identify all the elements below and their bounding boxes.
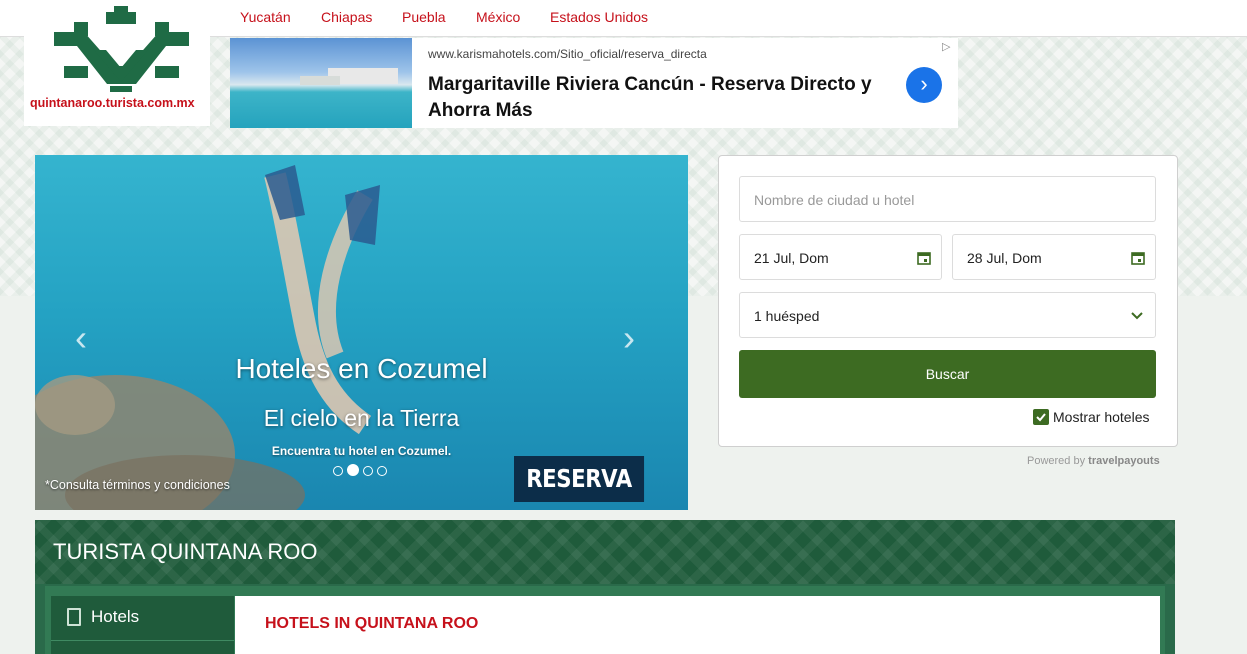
checkin-date-field[interactable]: 21 Jul, Dom bbox=[739, 234, 942, 280]
nav-link-estados-unidos[interactable]: Estados Unidos bbox=[550, 9, 648, 25]
calendar-icon bbox=[1131, 252, 1145, 265]
ad-url[interactable]: www.karismahotels.com/Sitio_oficial/rese… bbox=[428, 47, 707, 61]
ad-title[interactable]: Margaritaville Riviera Cancún - Reserva … bbox=[428, 72, 898, 124]
powered-prefix: Powered by bbox=[1027, 455, 1086, 467]
checkin-date-value: 21 Jul, Dom bbox=[754, 250, 829, 266]
site-logo[interactable]: quintanaroo.turista.com.mx bbox=[24, 0, 210, 126]
hero-carousel[interactable]: ‹ › Hoteles en Cozumel El cielo en la Ti… bbox=[35, 155, 688, 510]
search-button[interactable]: Buscar bbox=[739, 350, 1156, 398]
logo-text: quintanaroo.turista.com.mx bbox=[30, 96, 195, 110]
maya-pattern-logo-icon bbox=[54, 6, 189, 92]
hotel-building-shape bbox=[300, 76, 340, 85]
chevron-down-icon bbox=[1131, 312, 1143, 320]
sidebar-item-hotels[interactable]: Hotels bbox=[51, 596, 234, 641]
powered-brand: travelpayouts bbox=[1088, 455, 1160, 467]
carousel-title: Hoteles en Cozumel bbox=[235, 353, 488, 384]
carousel-dot[interactable] bbox=[363, 466, 373, 476]
show-hotels-checkbox[interactable] bbox=[1033, 409, 1049, 425]
ad-image[interactable] bbox=[230, 38, 412, 128]
checkmark-icon bbox=[1036, 413, 1046, 422]
guests-value: 1 huésped bbox=[754, 308, 820, 324]
ad-choices-icon[interactable]: ▷ bbox=[942, 40, 950, 53]
city-hotel-input[interactable]: Nombre de ciudad u hotel bbox=[739, 176, 1156, 222]
carousel-subtitle: El cielo en la Tierra bbox=[263, 405, 460, 431]
sidebar-item-label: Hotels bbox=[91, 607, 140, 626]
carousel-dot[interactable] bbox=[377, 466, 387, 476]
turista-section: TURISTA QUINTANA ROO Hotels HOTELS IN QU… bbox=[35, 520, 1175, 654]
nav-link-mexico[interactable]: México bbox=[476, 9, 520, 25]
section-title: TURISTA QUINTANA ROO bbox=[53, 539, 318, 564]
checkout-date-field[interactable]: 28 Jul, Dom bbox=[952, 234, 1156, 280]
nav-link-chiapas[interactable]: Chiapas bbox=[321, 9, 372, 25]
guests-select[interactable]: 1 huésped bbox=[739, 292, 1156, 338]
building-icon bbox=[67, 608, 81, 626]
ad-banner[interactable]: www.karismahotels.com/Sitio_oficial/rese… bbox=[230, 38, 958, 128]
carousel-terms: *Consulta términos y condiciones bbox=[45, 478, 230, 492]
section-header-band: TURISTA QUINTANA ROO bbox=[35, 520, 1175, 584]
calendar-icon bbox=[917, 252, 931, 265]
carousel-dots bbox=[333, 463, 391, 481]
chevron-right-icon[interactable]: › bbox=[906, 67, 942, 103]
section-content: HOTELS IN QUINTANA ROO bbox=[235, 596, 1160, 654]
hotel-search-widget: Nombre de ciudad u hotel 21 Jul, Dom 28 … bbox=[718, 155, 1178, 447]
show-hotels-label[interactable]: Mostrar hoteles bbox=[1053, 409, 1149, 425]
nav-link-puebla[interactable]: Puebla bbox=[402, 9, 446, 25]
powered-by[interactable]: Powered by travelpayouts bbox=[1027, 455, 1160, 467]
checkout-date-value: 28 Jul, Dom bbox=[967, 250, 1042, 266]
nav-link-yucatan[interactable]: Yucatán bbox=[240, 9, 291, 25]
carousel-dot-active[interactable] bbox=[347, 464, 359, 476]
carousel-dot[interactable] bbox=[333, 466, 343, 476]
sidebar-item[interactable] bbox=[51, 641, 234, 654]
content-heading: HOTELS IN QUINTANA ROO bbox=[265, 615, 479, 632]
reserva-aqui-button[interactable]: RESERVA AQUÍ bbox=[514, 456, 645, 502]
